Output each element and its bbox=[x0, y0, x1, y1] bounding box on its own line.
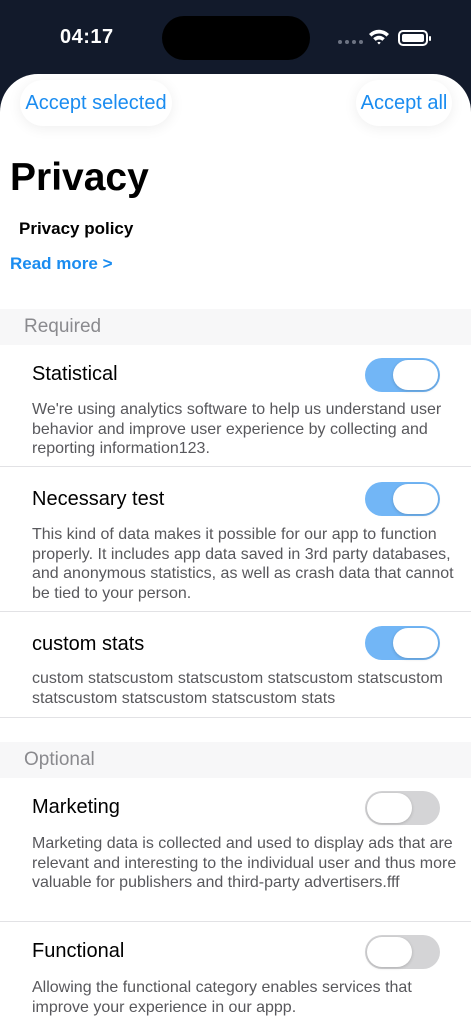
consent-description: custom statscustom statscustom statscust… bbox=[32, 670, 443, 707]
toggle-knob bbox=[393, 484, 438, 514]
consent-title: Functional bbox=[32, 940, 125, 962]
toggle-knob bbox=[393, 628, 438, 658]
consent-title: Necessary test bbox=[32, 488, 165, 510]
consent-row-marketing: Marketing Marketing data is collected an… bbox=[0, 778, 471, 922]
privacy-policy-label: Privacy policy bbox=[19, 219, 134, 238]
toggle-marketing[interactable] bbox=[365, 791, 440, 825]
section-label-required: Required bbox=[24, 316, 102, 337]
toggle-necessary-test[interactable] bbox=[365, 482, 440, 516]
consent-row-custom-stats: custom stats custom statscustom statscus… bbox=[0, 612, 471, 718]
accept-all-button[interactable]: Accept all bbox=[356, 80, 452, 126]
accept-selected-button[interactable]: Accept selected bbox=[20, 80, 172, 126]
toggle-knob bbox=[393, 360, 438, 390]
read-more-link[interactable]: Read more > bbox=[10, 254, 113, 274]
toggle-knob bbox=[367, 793, 412, 823]
battery-icon bbox=[398, 30, 431, 46]
consent-description: We're using analytics software to help u… bbox=[32, 401, 442, 457]
cellular-signal-icon bbox=[338, 40, 363, 44]
section-header-required: Required bbox=[0, 309, 471, 345]
consent-description: This kind of data makes it possible for … bbox=[32, 526, 454, 602]
consent-description: Allowing the functional category enables… bbox=[32, 979, 412, 1016]
consent-row-statistical: Statistical We're using analytics softwa… bbox=[0, 345, 471, 467]
toggle-knob bbox=[367, 937, 412, 967]
toggle-custom-stats[interactable] bbox=[365, 626, 440, 660]
consent-row-necessary-test: Necessary test This kind of data makes i… bbox=[0, 467, 471, 612]
consent-title: Marketing bbox=[32, 796, 120, 818]
wifi-icon bbox=[369, 29, 389, 45]
consent-row-functional: Functional Allowing the functional categ… bbox=[0, 922, 471, 1024]
status-bar: 04:17 bbox=[0, 0, 471, 74]
section-header-optional: Optional bbox=[0, 742, 471, 778]
consent-title: custom stats bbox=[32, 633, 145, 655]
status-time: 04:17 bbox=[60, 26, 114, 48]
privacy-sheet: Accept selected Accept all Privacy Priva… bbox=[0, 74, 471, 1024]
toggle-functional[interactable] bbox=[365, 935, 440, 969]
dynamic-island bbox=[162, 16, 310, 60]
consent-title: Statistical bbox=[32, 363, 118, 385]
toggle-statistical[interactable] bbox=[365, 358, 440, 392]
consent-description: Marketing data is collected and used to … bbox=[32, 835, 457, 891]
section-label-optional: Optional bbox=[24, 749, 95, 770]
page-title: Privacy bbox=[10, 156, 149, 199]
